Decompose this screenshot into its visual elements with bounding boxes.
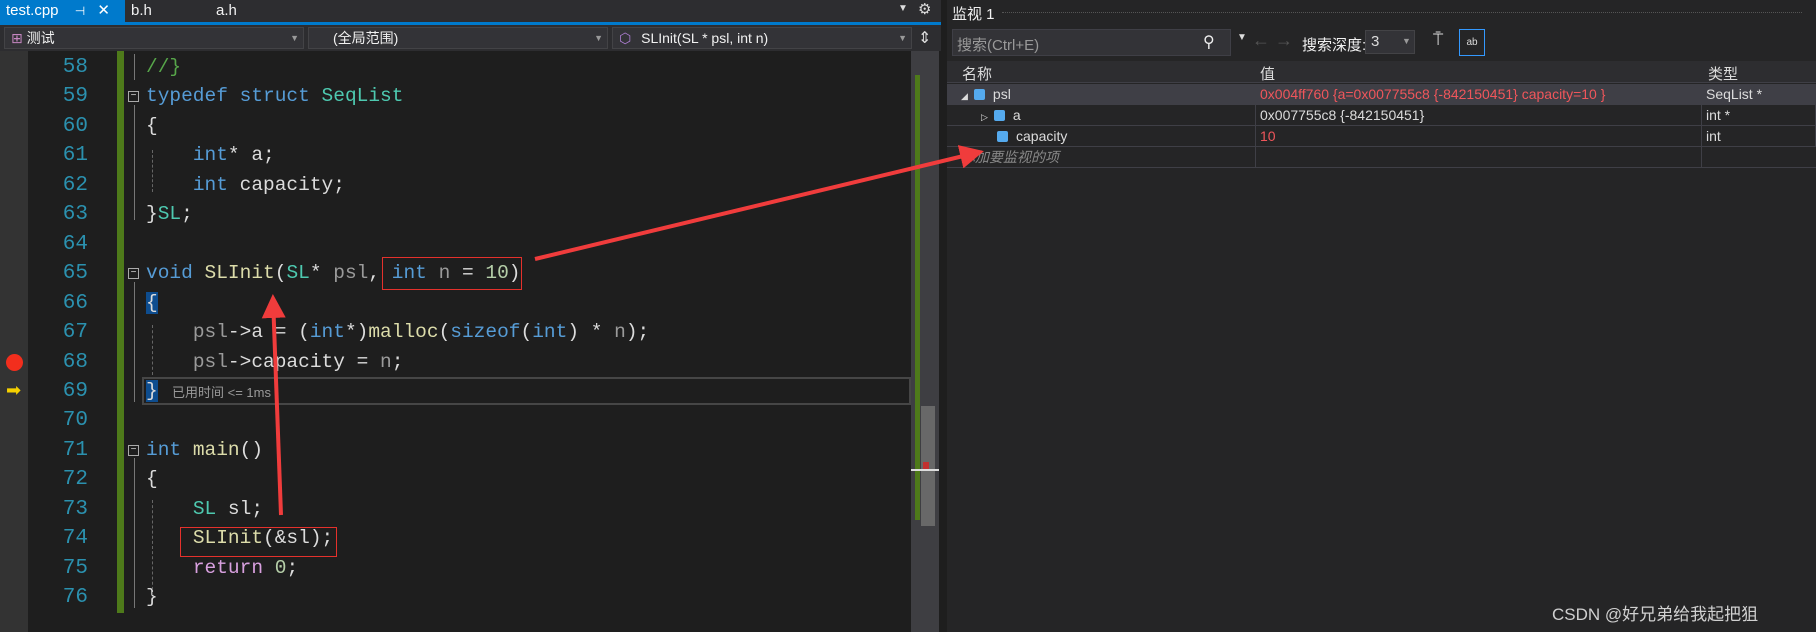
arrow-call-to-definition — [261, 294, 286, 516]
annotation-arrows — [261, 145, 984, 516]
arrow-param-to-watch — [534, 145, 984, 261]
